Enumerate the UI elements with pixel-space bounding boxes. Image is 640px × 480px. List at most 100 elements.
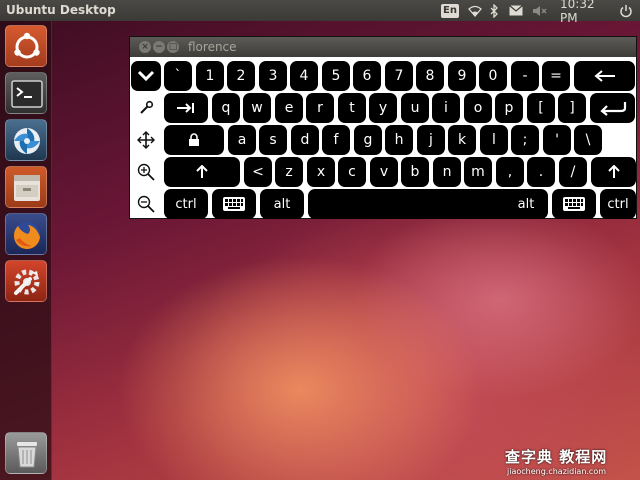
mail-icon[interactable] xyxy=(508,0,524,21)
key-[[interactable]: [ xyxy=(527,93,555,123)
key-w[interactable]: w xyxy=(243,93,271,123)
key-/[interactable]: / xyxy=(559,157,587,187)
wrench-key[interactable] xyxy=(131,93,161,123)
key-,[interactable]: , xyxy=(496,157,524,187)
dash-home-button[interactable] xyxy=(5,25,47,67)
key-v[interactable]: v xyxy=(370,157,398,187)
chevron-down-key[interactable] xyxy=(131,61,161,91)
return-key[interactable] xyxy=(590,93,635,123)
trash-launcher-button[interactable] xyxy=(5,432,47,474)
key-g[interactable]: g xyxy=(354,125,382,155)
key-1[interactable]: 1 xyxy=(196,61,224,91)
ubuntu-logo-icon xyxy=(14,32,40,59)
keyboard-key[interactable] xyxy=(552,189,596,219)
key-alt[interactable]: alt xyxy=(504,189,548,219)
key-;[interactable]: ; xyxy=(511,125,539,155)
on-screen-keyboard: ` 1 2 3 4 5 6 7 8 9 0- = q w e r t y u i o p[] a s d f g h j k l; ' \ < z x… xyxy=(130,57,636,219)
settings-icon xyxy=(14,269,40,295)
key-=[interactable]: = xyxy=(542,61,570,91)
power-icon[interactable] xyxy=(618,0,634,21)
key-c[interactable]: c xyxy=(338,157,366,187)
window-maximize-button[interactable]: □ xyxy=(167,41,179,53)
zoom-out-icon xyxy=(137,195,155,213)
key-4[interactable]: 4 xyxy=(290,61,318,91)
backspace-arrow-icon xyxy=(593,70,616,82)
key-j[interactable]: j xyxy=(417,125,445,155)
files-launcher-button[interactable] xyxy=(5,166,47,208)
caps-lock-key[interactable] xyxy=(164,125,224,155)
tab-key[interactable] xyxy=(164,93,208,123)
key-ctrl[interactable]: ctrl xyxy=(164,189,208,219)
key-k[interactable]: k xyxy=(448,125,476,155)
key-q[interactable]: q xyxy=(212,93,240,123)
firefox-launcher-button[interactable] xyxy=(5,213,47,255)
wifi-icon[interactable] xyxy=(468,0,482,21)
key-z[interactable]: z xyxy=(275,157,303,187)
key-alt[interactable]: alt xyxy=(260,189,304,219)
key-`[interactable]: ` xyxy=(164,61,192,91)
key-'[interactable]: ' xyxy=(543,125,571,155)
key-x[interactable]: x xyxy=(307,157,335,187)
key-7[interactable]: 7 xyxy=(385,61,413,91)
key-a[interactable]: a xyxy=(228,125,256,155)
key-][interactable]: ] xyxy=(558,93,586,123)
watermark-main-text: 查字典 教程网 xyxy=(505,448,608,466)
window-titlebar[interactable]: × − □ florence xyxy=(130,37,636,57)
launcher xyxy=(0,21,52,480)
key-m[interactable]: m xyxy=(464,157,492,187)
shutter-icon xyxy=(14,128,40,154)
key-s[interactable]: s xyxy=(259,125,287,155)
key-0[interactable]: 0 xyxy=(479,61,507,91)
keyboard-icon xyxy=(222,196,246,212)
key-y[interactable]: y xyxy=(369,93,397,123)
zoom-in-icon xyxy=(137,163,155,181)
key-u[interactable]: u xyxy=(401,93,429,123)
key-9[interactable]: 9 xyxy=(448,61,476,91)
firefox-icon xyxy=(13,222,40,250)
keyboard-layout-indicator[interactable]: En xyxy=(440,0,460,21)
shutter-launcher-button[interactable] xyxy=(5,119,47,161)
key-i[interactable]: i xyxy=(432,93,460,123)
keyboard-layout-icon: En xyxy=(441,3,459,18)
volume-muted-icon[interactable] xyxy=(532,0,548,21)
key-h[interactable]: h xyxy=(385,125,413,155)
window-close-button[interactable]: × xyxy=(139,41,151,53)
watermark: 查字典 教程网 jiaocheng.chazidian.com xyxy=(505,446,638,478)
key-p[interactable]: p xyxy=(495,93,523,123)
key-5[interactable]: 5 xyxy=(322,61,350,91)
clock[interactable]: 10:32 PM xyxy=(560,0,612,25)
key-n[interactable]: n xyxy=(433,157,461,187)
key-<[interactable]: < xyxy=(244,157,272,187)
key--[interactable]: - xyxy=(511,61,539,91)
terminal-launcher-button[interactable] xyxy=(5,72,47,114)
key-2[interactable]: 2 xyxy=(227,61,255,91)
window-minimize-button[interactable]: − xyxy=(153,41,165,53)
key-8[interactable]: 8 xyxy=(416,61,444,91)
key-d[interactable]: d xyxy=(291,125,319,155)
key-6[interactable]: 6 xyxy=(353,61,381,91)
key-.[interactable]: . xyxy=(527,157,555,187)
key-r[interactable]: r xyxy=(306,93,334,123)
key-3[interactable]: 3 xyxy=(259,61,287,91)
chevron-down-icon xyxy=(137,70,155,82)
caps-lock-icon xyxy=(188,133,200,147)
key-l[interactable]: l xyxy=(480,125,508,155)
key-\[interactable]: \ xyxy=(574,125,602,155)
key-o[interactable]: o xyxy=(464,93,492,123)
move-key[interactable] xyxy=(131,125,161,155)
space-key[interactable] xyxy=(308,189,516,219)
key-e[interactable]: e xyxy=(275,93,303,123)
bluetooth-icon[interactable] xyxy=(488,0,500,21)
shift-right-key[interactable] xyxy=(591,157,636,187)
keyboard-key[interactable] xyxy=(212,189,256,219)
watermark-url-text: jiaocheng.chazidian.com xyxy=(507,467,607,476)
key-t[interactable]: t xyxy=(338,93,366,123)
zoom-in-key[interactable] xyxy=(131,157,161,187)
backspace-arrow-key[interactable] xyxy=(574,61,635,91)
key-b[interactable]: b xyxy=(401,157,429,187)
system-settings-launcher-button[interactable] xyxy=(5,260,47,302)
shift-left-key[interactable] xyxy=(164,157,240,187)
zoom-out-key[interactable] xyxy=(131,189,161,219)
key-f[interactable]: f xyxy=(322,125,350,155)
key-ctrl[interactable]: ctrl xyxy=(600,189,636,219)
